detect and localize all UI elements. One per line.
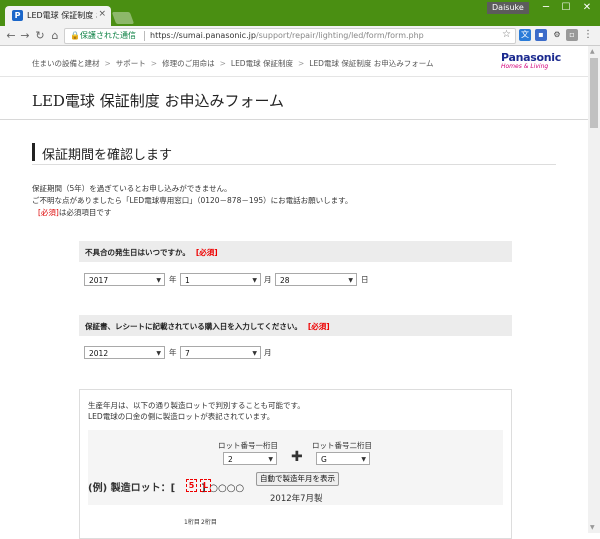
home-icon[interactable]: ⌂ (48, 28, 62, 43)
menu-icon[interactable]: ⋮ (582, 29, 594, 41)
section-title: 保証期間を確認します (42, 148, 173, 163)
breadcrumb-item-home[interactable]: 住まいの設備と建材 (32, 59, 100, 68)
section-divider (32, 164, 556, 165)
year-unit: 年 (169, 348, 177, 357)
divider (0, 119, 588, 120)
show-manufacture-date-button[interactable]: 自動で製造年月を表示 (256, 472, 339, 486)
info-text: 保証期間（5年）を過ぎているとお申し込みができません。 ご不明な点がありましたら… (32, 184, 353, 217)
address-divider (144, 31, 145, 41)
favicon-icon: P (12, 10, 23, 21)
browser-tab[interactable]: P LED電球 保証制度 お申込 × (5, 6, 111, 26)
page-content: 住まいの設備と建材 > サポート > 修理のご用命は > LED電球 保証制度 > LED電球 … (0, 46, 588, 539)
browser-toolbar: ← → ↻ ⌂ 🔒 保護された通信 https://sumai.panasoni… (0, 26, 600, 46)
breadcrumb-item-led[interactable]: LED電球 保証制度 (231, 59, 293, 68)
month-unit: 月 (264, 275, 272, 284)
url-text[interactable]: https://sumai.panasonic.jp/support/repai… (150, 30, 424, 42)
address-bar[interactable]: 🔒 保護された通信 https://sumai.panasonic.jp/sup… (64, 28, 516, 44)
extension-chat-icon[interactable]: ▪ (535, 29, 547, 41)
lot-description: 生産年月は、以下の通り製造ロットで判別することも可能です。 LED電球の口金の側… (88, 401, 305, 421)
extension-gear-icon[interactable]: ⚙ (551, 29, 563, 41)
lot-digit1-select[interactable]: 2 ▼ (223, 452, 277, 465)
digit2-caption: 2桁目 (201, 519, 217, 526)
reload-icon[interactable]: ↻ (33, 28, 47, 43)
defect-day-select[interactable]: 28 ▼ (275, 273, 357, 286)
lot-digit2-select[interactable]: G ▼ (316, 452, 370, 465)
minimize-icon[interactable]: ─ (536, 1, 556, 15)
page-title: LED電球 保証制度 お申込みフォーム (32, 92, 285, 110)
lot-example-digit2: L (200, 479, 211, 492)
defect-year-select[interactable]: 2017 ▼ (84, 273, 165, 286)
defect-month-select[interactable]: 1 ▼ (180, 273, 261, 286)
purchase-year-select[interactable]: 2012 ▼ (84, 346, 165, 359)
secure-label: 保護された通信 (80, 31, 136, 40)
maximize-icon[interactable]: ☐ (556, 1, 576, 15)
lot-digit1-label: ロット番号一桁目 (218, 441, 278, 450)
scroll-down-icon[interactable]: ▼ (590, 524, 595, 531)
forward-icon[interactable]: → (18, 28, 32, 43)
panasonic-logo[interactable]: Panasonic Homes & Living (501, 51, 561, 70)
required-mark: [必須] (38, 208, 59, 217)
extension-pdf-icon[interactable]: ▫ (566, 29, 578, 41)
year-unit: 年 (169, 275, 177, 284)
purchase-month-select[interactable]: 7 ▼ (180, 346, 261, 359)
breadcrumb-item-repair[interactable]: 修理のご用命は (162, 59, 215, 68)
breadcrumb-item-support[interactable]: サポート (116, 59, 146, 68)
scroll-up-icon[interactable]: ▲ (590, 48, 595, 55)
lot-number-panel: 生産年月は、以下の通り製造ロットで判別することも可能です。 LED電球の口金の側… (79, 389, 512, 539)
divider (0, 76, 588, 77)
lock-icon: 🔒 (70, 31, 80, 40)
section-accent-bar (32, 143, 35, 161)
scrollbar-thumb[interactable] (590, 58, 598, 128)
bookmark-star-icon[interactable]: ☆ (502, 29, 511, 40)
tab-title: LED電球 保証制度 お申込 (27, 11, 97, 20)
lot-example-digit1: 5 (186, 479, 197, 492)
question-purchase-date: 保証書、レシートに記載されている購入日を入力してください。 [必須] (79, 315, 512, 336)
lot-digit2-label: ロット番号二桁目 (312, 441, 372, 450)
digit1-caption: 1桁目 (184, 519, 200, 526)
plus-icon: ✚ (291, 449, 303, 465)
month-unit: 月 (264, 348, 272, 357)
back-icon[interactable]: ← (4, 28, 18, 43)
close-tab-icon[interactable]: × (98, 9, 106, 19)
extension-translate-icon[interactable]: 文 (519, 29, 531, 41)
breadcrumb: 住まいの設備と建材 > サポート > 修理のご用命は > LED電球 保証制度 > LED電球 … (32, 59, 434, 68)
day-unit: 日 (361, 275, 369, 284)
user-profile-badge[interactable]: Daisuke (487, 2, 529, 14)
breadcrumb-item-current: LED電球 保証制度 お申込みフォーム (309, 59, 434, 68)
new-tab-button[interactable] (111, 12, 135, 24)
question-defect-date: 不具合の発生日はいつですか。 [必須] (79, 241, 512, 262)
close-window-icon[interactable]: ✕ (577, 1, 597, 15)
browser-titlebar: P LED電球 保証制度 お申込 × Daisuke ─ ☐ ✕ (0, 0, 600, 26)
manufacture-date-result: 2012年7月製 (270, 494, 323, 504)
lot-example: (例) 製造ロット：[] ○○○○ (88, 483, 245, 494)
